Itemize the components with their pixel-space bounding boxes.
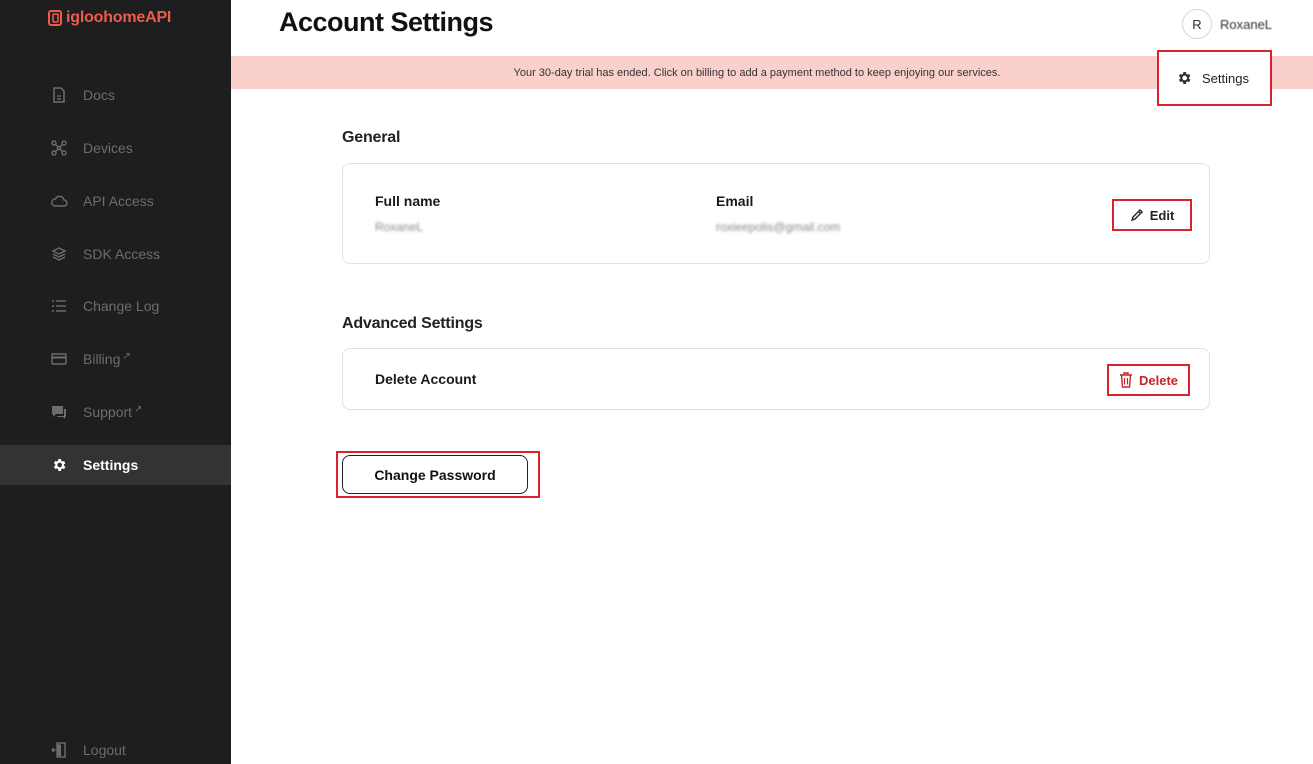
- sidebar-item-label: Docs: [83, 87, 115, 103]
- full-name-value: RoxaneL: [375, 220, 424, 234]
- sidebar-item-label: Devices: [83, 140, 133, 156]
- sidebar: igloohomeAPI Docs Devices API Access SDK…: [0, 0, 231, 764]
- pencil-icon: [1130, 209, 1143, 222]
- email-value: roxieepolis@gmail.com: [716, 220, 841, 234]
- logout-button[interactable]: Logout: [0, 730, 231, 764]
- sidebar-item-devices[interactable]: Devices: [0, 128, 231, 168]
- external-link-icon: ↗: [134, 403, 143, 415]
- banner-text: Your 30-day trial has ended. Click on bi…: [513, 66, 1001, 79]
- external-link-icon: ↗: [122, 350, 131, 362]
- gear-icon: [1178, 72, 1191, 84]
- delete-button[interactable]: Delete: [1107, 364, 1190, 396]
- gear-icon: [50, 456, 68, 474]
- card-icon: [50, 350, 68, 368]
- layers-icon: [50, 245, 68, 263]
- brand-name: igloohomeAPI: [66, 9, 172, 26]
- chat-icon: [50, 403, 68, 421]
- sidebar-item-label: Settings: [83, 457, 139, 473]
- settings-menu-label: Settings: [1202, 70, 1249, 86]
- igloohome-logo-icon: [48, 10, 62, 26]
- full-name-label: Full name: [375, 193, 441, 209]
- trash-icon: [1119, 372, 1132, 388]
- change-password-button[interactable]: Change Password: [342, 455, 528, 494]
- advanced-settings-title: Advanced Settings: [342, 315, 483, 332]
- delete-label: Delete: [1138, 372, 1179, 388]
- sidebar-item-billing[interactable]: Billing ↗: [0, 339, 231, 379]
- sidebar-item-api-access[interactable]: API Access: [0, 181, 231, 221]
- username: RoxaneL: [1220, 16, 1273, 32]
- edit-button[interactable]: Edit: [1112, 199, 1192, 231]
- logout-label: Logout: [83, 742, 126, 758]
- sidebar-item-label: API Access: [83, 193, 154, 209]
- delete-account-label: Delete Account: [375, 371, 477, 387]
- sidebar-item-docs[interactable]: Docs: [0, 75, 231, 115]
- list-icon: [50, 297, 68, 315]
- document-icon: [50, 86, 68, 104]
- user-menu[interactable]: R RoxaneL: [1182, 9, 1272, 39]
- sidebar-item-settings[interactable]: Settings: [0, 445, 231, 485]
- sidebar-item-label: Billing: [83, 351, 121, 367]
- logout-icon: [50, 741, 68, 759]
- trial-ended-banner: Your 30-day trial has ended. Click on bi…: [231, 56, 1313, 89]
- sidebar-item-change-log[interactable]: Change Log: [0, 286, 231, 326]
- cloud-icon: [50, 192, 68, 210]
- sidebar-item-label: Change Log: [83, 298, 160, 314]
- sidebar-item-sdk-access[interactable]: SDK Access: [0, 234, 231, 274]
- settings-menu-item[interactable]: Settings: [1157, 50, 1272, 106]
- page-title: Account Settings: [279, 7, 494, 37]
- general-section-title: General: [342, 129, 401, 146]
- sidebar-item-label: Support: [83, 404, 133, 420]
- avatar: R: [1182, 9, 1212, 39]
- general-card: [342, 163, 1210, 264]
- edit-label: Edit: [1149, 207, 1175, 223]
- devices-icon: [50, 139, 68, 157]
- email-label: Email: [716, 193, 754, 209]
- brand-logo[interactable]: igloohomeAPI: [48, 9, 171, 27]
- sidebar-item-support[interactable]: Support ↗: [0, 392, 231, 432]
- sidebar-item-label: SDK Access: [83, 246, 161, 262]
